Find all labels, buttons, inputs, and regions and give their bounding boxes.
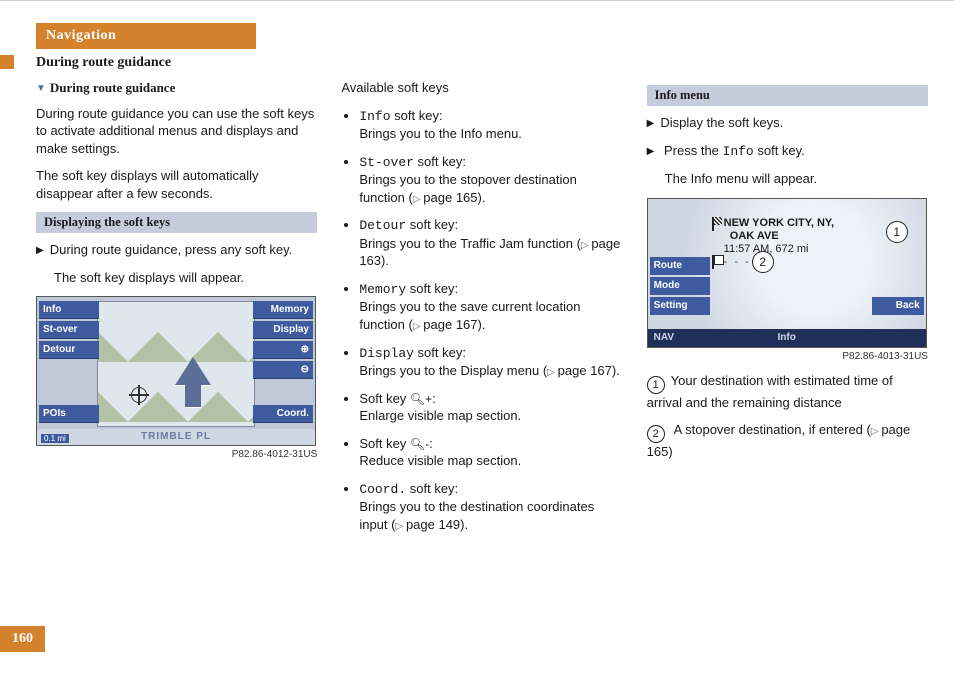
column-2: Available soft keys Info soft key:Brings… [341, 79, 622, 543]
chapter-tag: Navigation [36, 23, 256, 49]
figure-map-softkeys: Info St-over Detour POIs Memory Display … [36, 296, 316, 446]
destination-flag-icon [712, 217, 722, 227]
callout-2-icon: 2 [752, 251, 774, 273]
direction-arrow-icon [175, 357, 211, 385]
list-item: Memory soft key:Brings you to the save c… [359, 280, 622, 334]
instruction-step: Press the Info soft key. [647, 142, 928, 161]
list-item: St-over soft key:Brings you to the stopo… [359, 153, 622, 207]
softkey-memory[interactable]: Memory [253, 301, 313, 319]
road-label: TRIMBLE PL [37, 429, 315, 445]
instruction-step: Display the soft keys. [647, 114, 928, 132]
instruction-result: The Info menu will appear. [665, 170, 928, 188]
stopover-placeholder: - - - [724, 256, 751, 268]
stopover-flag-icon [712, 255, 722, 269]
softkey-coord[interactable]: Coord. [253, 405, 313, 423]
softkey-detour[interactable]: Detour [39, 341, 99, 359]
list-item: Soft key 🔍︎+:Enlarge visible map section… [359, 390, 622, 425]
instruction-result: The soft key displays will appear. [54, 269, 317, 287]
softkey-list: Info soft key:Brings you to the Info men… [341, 107, 622, 534]
status-left: NAV [654, 332, 674, 343]
figure-info-menu: NEW YORK CITY, NY, OAK AVE11:57 AM, 672 … [647, 198, 927, 348]
manual-page: Navigation During route guidance During … [0, 0, 954, 674]
softkey-back[interactable]: Back [872, 297, 924, 315]
instruction-step: During route guidance, press any soft ke… [36, 241, 317, 259]
status-bar: NAV Info [648, 329, 926, 347]
softkey-zoom-out[interactable]: ⊖ [253, 361, 313, 379]
subsection-head: During route guidance [36, 79, 317, 97]
list-item: Detour soft key:Brings you to the Traffi… [359, 216, 622, 270]
box-heading: Displaying the soft keys [36, 212, 317, 233]
softkey-display[interactable]: Display [253, 321, 313, 339]
list-item: Coord. soft key:Brings you to the destin… [359, 480, 622, 534]
map-scale: 0.1 mi [41, 434, 69, 443]
thumb-tab [0, 55, 14, 69]
softkey-mode[interactable]: Mode [650, 277, 710, 295]
content-columns: During route guidance During route guida… [36, 79, 928, 543]
body-text: The soft key displays will automatically… [36, 167, 317, 202]
magnify-minus-icon: 🔍︎- [410, 437, 429, 451]
list-item: Display soft key:Brings you to the Displ… [359, 344, 622, 380]
figure-caption: P82.86-4013-31US [647, 351, 928, 362]
legend-1: Your destination with estimated time of … [647, 372, 928, 412]
body-text: During route guidance you can use the so… [36, 105, 317, 158]
destination-text: NEW YORK CITY, NY, OAK AVE11:57 AM, 672 … [724, 217, 834, 257]
legend-2: A stopover destination, if entered (page… [647, 421, 928, 461]
softkey-pois[interactable]: POIs [39, 405, 99, 423]
softkey-stover[interactable]: St-over [39, 321, 99, 339]
column-3: Info menu Display the soft keys. Press t… [647, 79, 928, 543]
callout-1-icon: 1 [886, 221, 908, 243]
page-number: 160 [0, 626, 45, 652]
list-item: Soft key 🔍︎-:Reduce visible map section. [359, 435, 622, 470]
list-item: Info soft key:Brings you to the Info men… [359, 107, 622, 143]
box-heading: Info menu [647, 85, 928, 106]
softkey-setting[interactable]: Setting [650, 297, 710, 315]
figure-caption: P82.86-4012-31US [36, 449, 317, 460]
column-1: During route guidance During route guida… [36, 79, 317, 543]
softkey-info[interactable]: Info [39, 301, 99, 319]
softkey-zoom-in[interactable]: ⊕ [253, 341, 313, 359]
softkey-route[interactable]: Route [650, 257, 710, 275]
magnify-plus-icon: 🔍︎+ [410, 392, 432, 406]
status-center: Info [777, 332, 795, 343]
section-header: During route guidance [36, 55, 171, 71]
lead-text: Available soft keys [341, 79, 622, 97]
